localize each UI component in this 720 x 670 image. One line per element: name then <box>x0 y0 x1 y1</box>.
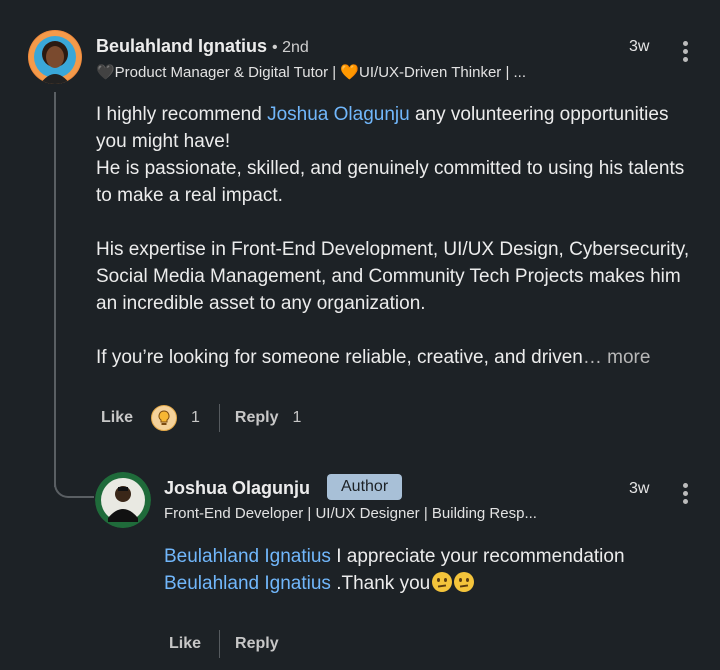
reply-actions: Like Reply <box>169 630 279 658</box>
like-button[interactable]: Like <box>101 409 133 427</box>
thread-line <box>54 92 56 487</box>
comment-author-headline: 🖤Product Manager & Digital Tutor | 🧡UI/U… <box>96 64 527 81</box>
reply-count[interactable]: 1 <box>293 409 302 427</box>
reply-line: Beulahland Ignatius .Thank you <box>164 570 684 597</box>
mention-link[interactable]: Beulahland Ignatius <box>164 546 331 567</box>
reply-more-options-icon[interactable] <box>680 483 690 507</box>
action-divider <box>218 404 220 432</box>
action-divider <box>219 630 221 658</box>
reply-avatar[interactable] <box>95 472 151 528</box>
comment-text: I highly recommend <box>96 104 268 125</box>
author-name-text[interactable]: Beulahland Ignatius <box>96 36 267 56</box>
emoji-icon <box>432 572 453 592</box>
author-badge: Author <box>327 474 403 500</box>
comment-actions: Like 1 Reply 1 <box>101 404 301 432</box>
reply-reply-button[interactable]: Reply <box>235 635 279 653</box>
reply-button[interactable]: Reply <box>235 409 279 427</box>
comment-paragraph: If you’re looking for someone reliable, … <box>96 344 696 371</box>
reaction-count[interactable]: 1 <box>191 409 200 427</box>
reply-body: Beulahland Ignatius I appreciate your re… <box>164 543 684 597</box>
reply-author-name[interactable]: Joshua Olagunju <box>164 478 310 499</box>
reply-text: I appreciate your recommendation <box>330 546 625 567</box>
comment-text: If you’re looking for someone reliable, … <box>96 347 583 368</box>
mention-link[interactable]: Beulahland Ignatius <box>164 573 331 594</box>
reply-like-button[interactable]: Like <box>169 635 201 653</box>
reply-timestamp: 3w <box>629 480 650 497</box>
connection-degree: • 2nd <box>272 39 309 56</box>
more-options-icon[interactable] <box>680 41 690 65</box>
emoji-icon <box>454 572 475 592</box>
avatar[interactable] <box>28 30 82 84</box>
comment-paragraph: I highly recommend Joshua Olagunju any v… <box>96 101 696 155</box>
comment-timestamp: 3w <box>629 38 650 55</box>
see-more-link[interactable]: … more <box>583 347 651 368</box>
thread-connector <box>54 460 94 498</box>
reply-text: .Thank you <box>330 573 431 594</box>
comment-paragraph: His expertise in Front-End Development, … <box>96 239 690 314</box>
reply-line: Beulahland Ignatius I appreciate your re… <box>164 543 684 570</box>
comment-paragraph: He is passionate, skilled, and genuinely… <box>96 158 685 206</box>
lightbulb-icon[interactable] <box>151 405 178 431</box>
comment-body: I highly recommend Joshua Olagunju any v… <box>96 101 696 371</box>
mention-link[interactable]: Joshua Olagunju <box>267 104 410 125</box>
reply-author-headline: Front-End Developer | UI/UX Designer | B… <box>164 505 537 522</box>
comment-author-name[interactable]: Beulahland Ignatius • 2nd <box>96 36 309 57</box>
